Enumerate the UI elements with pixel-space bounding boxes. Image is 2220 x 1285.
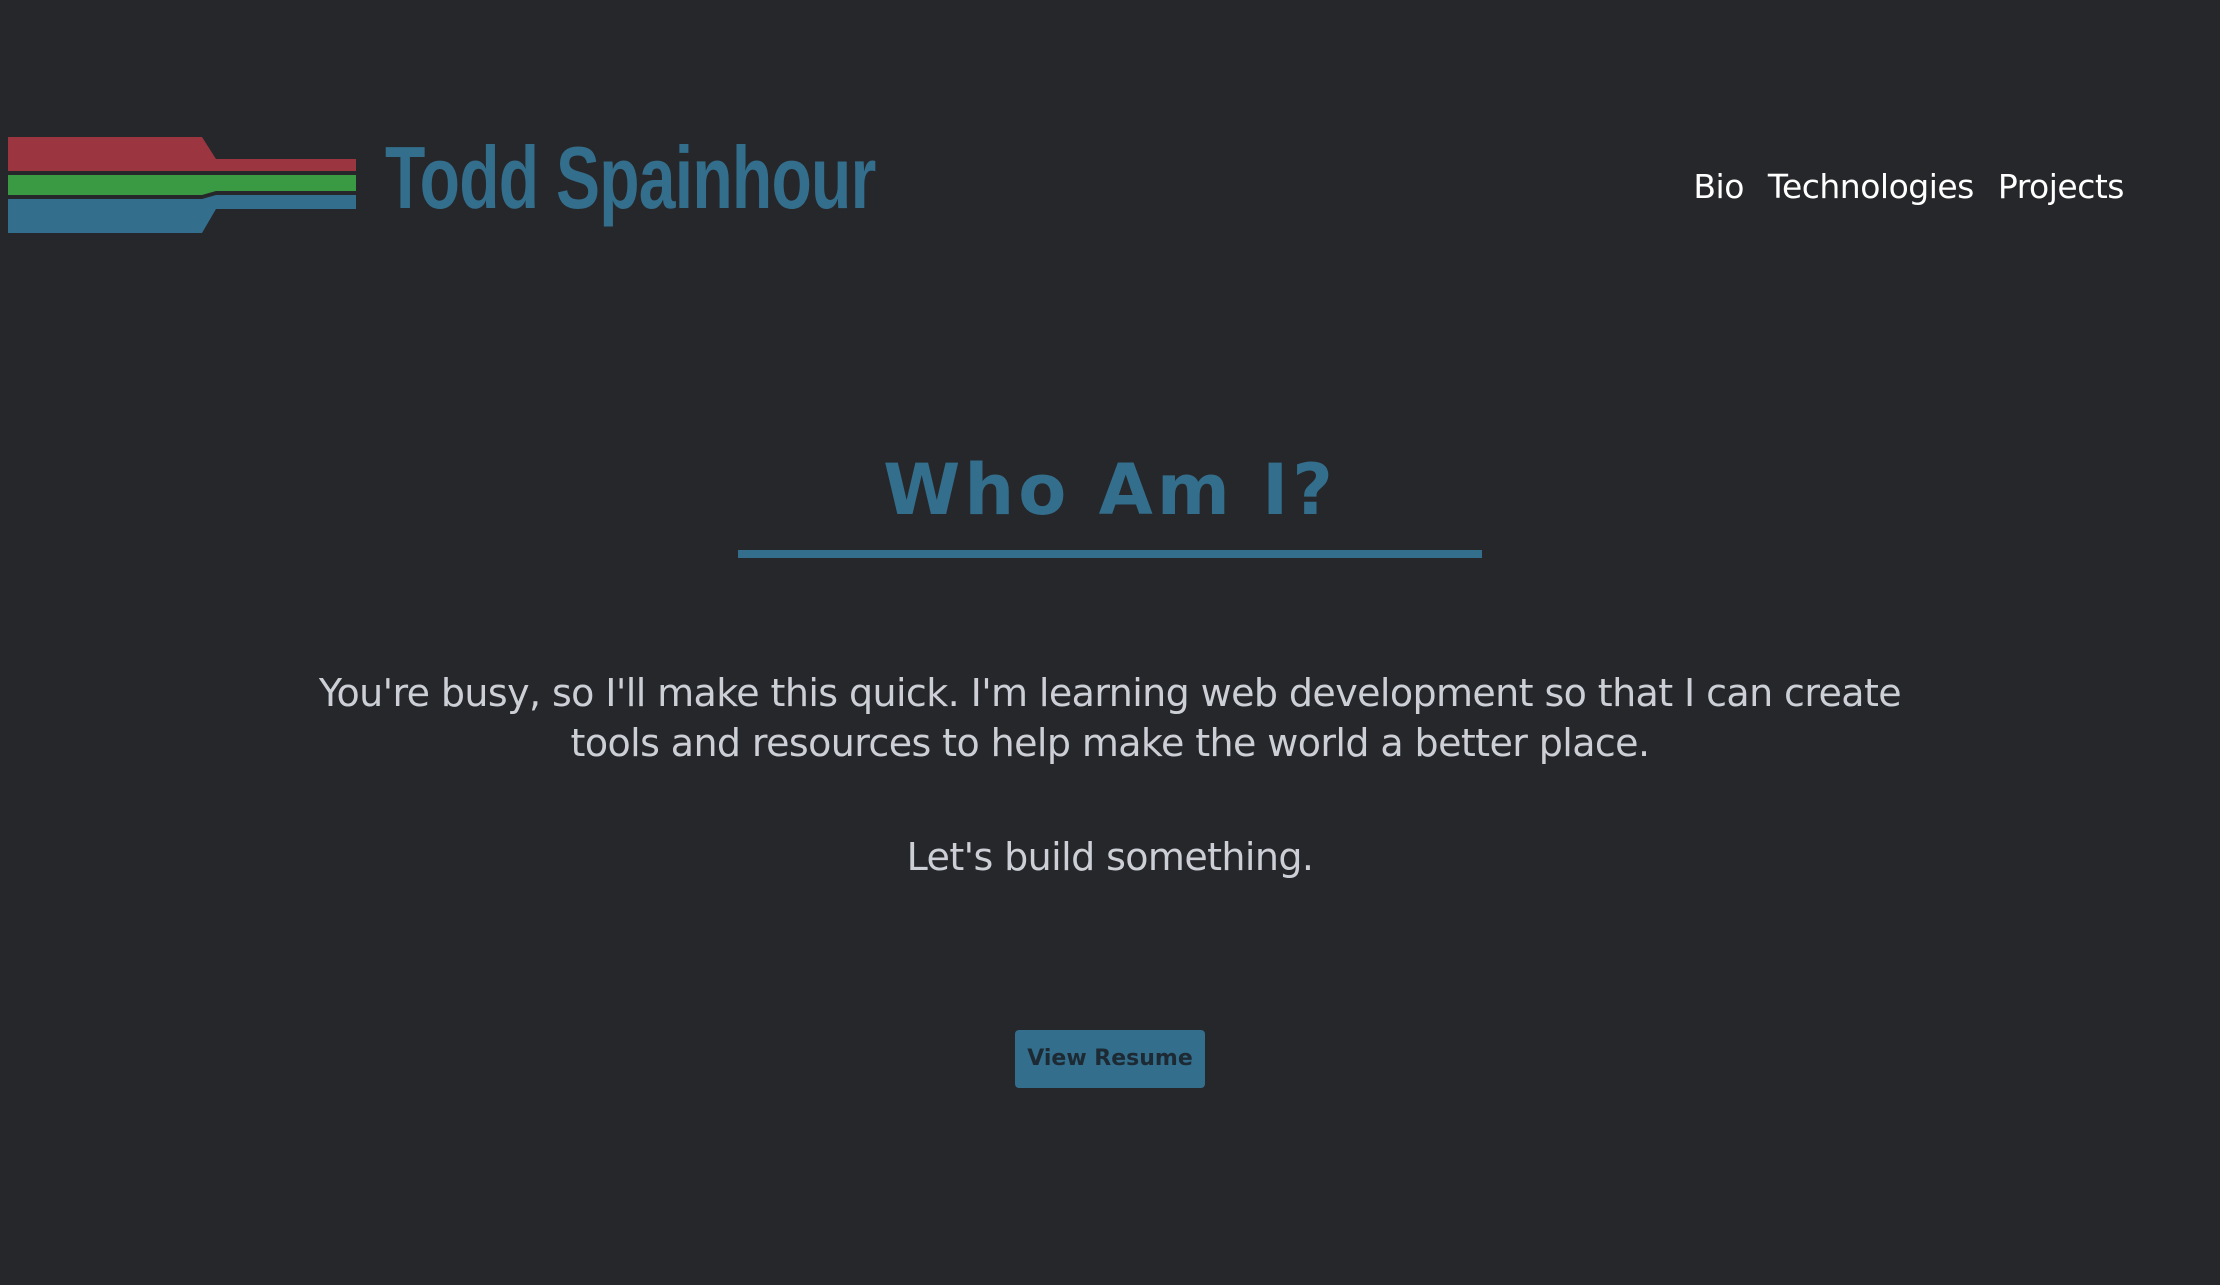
title-underline — [738, 550, 1482, 558]
nav-link-technologies[interactable]: Technologies — [1768, 162, 1975, 212]
site-header: Todd Spainhour Bio Technologies Projects — [0, 0, 2220, 300]
main-nav: Bio Technologies Projects — [1693, 162, 2124, 212]
intro-paragraph: You're busy, so I'll make this quick. I'… — [318, 671, 1902, 765]
cta-text: Let's build something. — [906, 835, 1314, 879]
view-resume-button[interactable]: View Resume — [1015, 1030, 1205, 1088]
tri-color-stripes-logo-icon[interactable] — [8, 135, 356, 235]
nav-link-projects[interactable]: Projects — [1998, 162, 2125, 212]
site-title[interactable]: Todd Spainhour — [385, 128, 876, 228]
bio-section: Who Am I? You're busy, so I'll make this… — [0, 440, 2220, 1088]
section-title: Who Am I? — [883, 449, 1337, 531]
nav-link-bio[interactable]: Bio — [1693, 162, 1744, 212]
